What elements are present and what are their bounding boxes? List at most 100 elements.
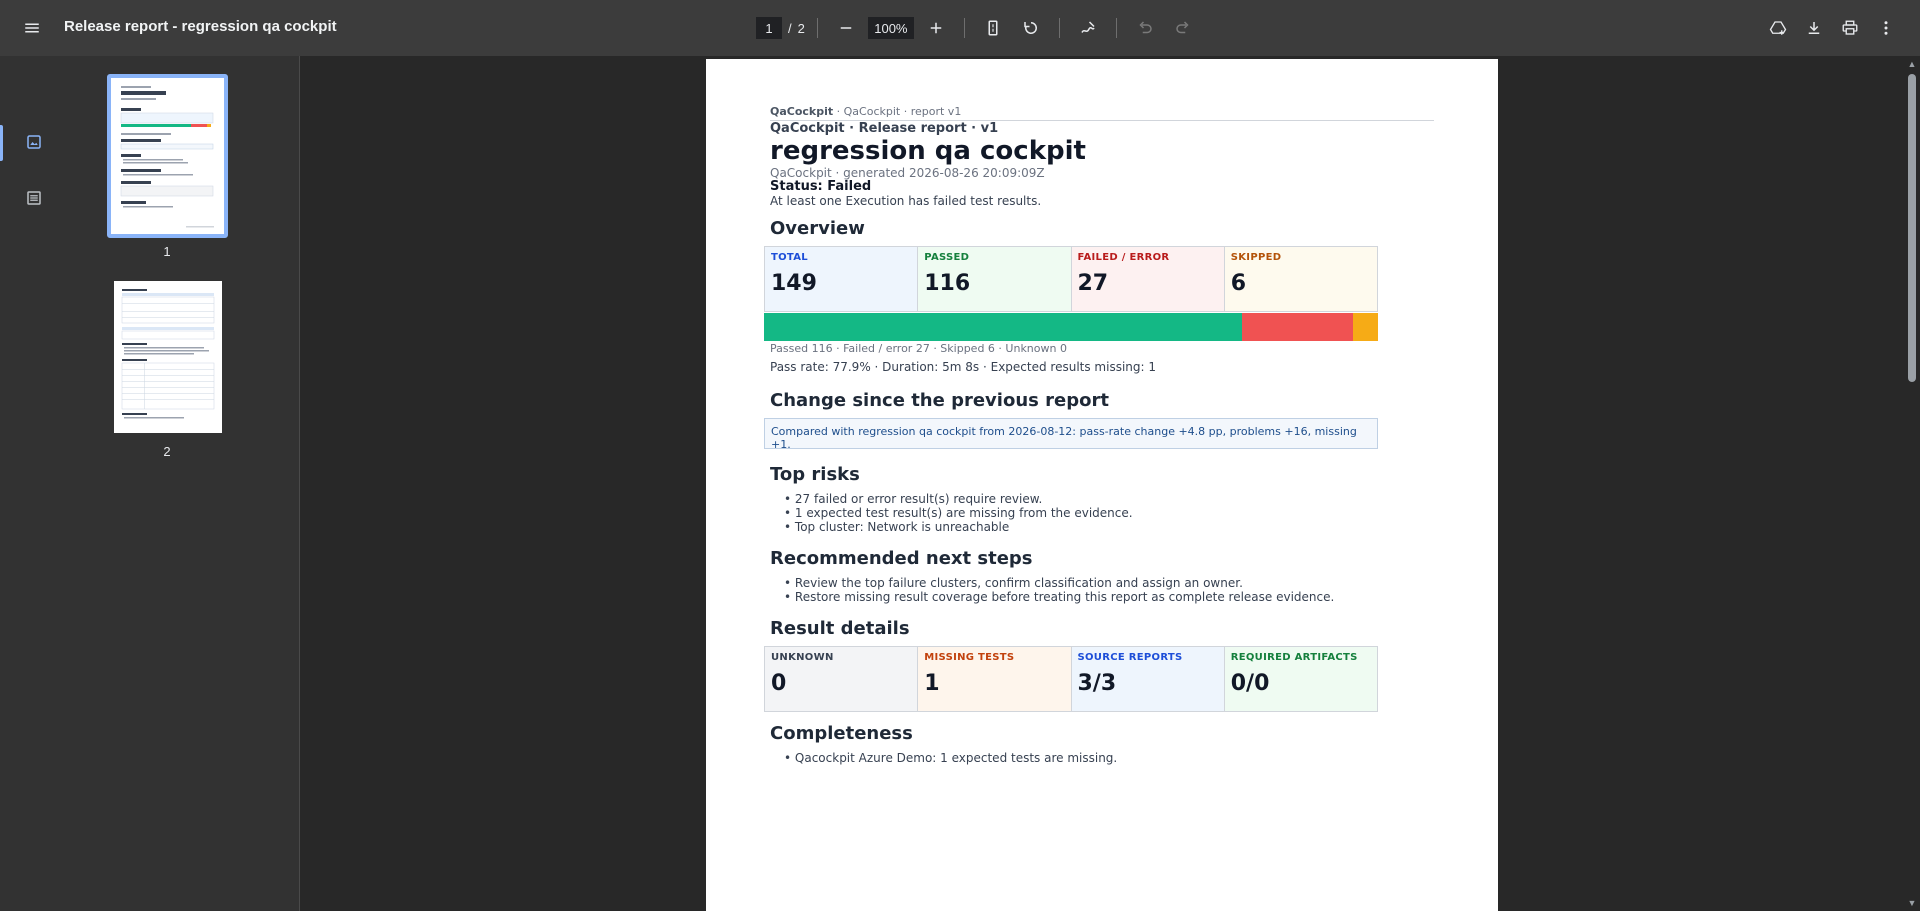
bar-caption: Passed 116 · Failed / error 27 · Skipped… [770,342,1067,355]
draw-icon [1081,21,1095,33]
download-button[interactable] [1798,12,1830,44]
bar-segment-skipped [1353,313,1378,341]
stat-card-label: PASSED [924,252,970,263]
stat-card-value: 149 [771,271,817,296]
stat-card-label: TOTAL [771,252,808,263]
list-item: Restore missing result coverage before t… [776,590,1334,604]
menu-button[interactable] [16,12,48,44]
thumbnails-panel: 1 2 [60,56,300,911]
result-bar [764,313,1378,341]
stat-card-value: 1 [924,671,940,696]
scroll-down-arrow[interactable]: ▼ [1907,898,1917,908]
scrollbar-thumb[interactable] [1908,74,1916,382]
annotate-button[interactable] [1072,12,1104,44]
stat-card: MISSING TESTS 1 [918,647,1072,711]
stat-card-value: 116 [924,271,971,296]
menu-icon [25,23,39,33]
stat-card: SKIPPED 6 [1224,247,1377,311]
outline-view-button[interactable] [14,180,54,216]
next-steps-heading: Recommended next steps [770,548,1033,569]
report-content: QaCockpit · QaCockpit · report v1 QaCock… [770,105,1434,209]
fit-page-icon [988,20,998,36]
thumbnail-preview [120,86,214,228]
vertical-scrollbar[interactable]: ▲ ▼ [1904,56,1920,911]
report-kicker: QaCockpit · Release report · v1 [770,121,999,136]
overview-cards: TOTAL 149 PASSED 116 FAILED / ERROR 27 SKIPPED… [764,246,1378,312]
redo-icon [1176,21,1189,34]
change-summary-box: Compared with regression qa cockpit from… [764,418,1378,451]
thumbnail-page-1[interactable] [107,74,228,238]
overview-heading: Overview [770,218,865,239]
thumbnails-view-button[interactable] [14,124,54,160]
change-heading: Change since the previous report [770,390,1109,411]
completeness-list: Qacockpit Azure Demo: 1 expected tests a… [776,751,1117,765]
stat-card: FAILED / ERROR 27 [1071,247,1225,311]
runhead-brand: QaCockpit [770,105,834,118]
redo-button[interactable] [1167,12,1199,44]
list-item: 1 expected test result(s) are missing fr… [776,506,1133,520]
stat-card-value: 0/0 [1230,671,1270,696]
stat-card: REQUIRED ARTIFACTS 0/0 [1224,647,1377,711]
undo-button[interactable] [1129,12,1161,44]
save-to-drive-button[interactable] [1762,12,1794,44]
zoom-in-button[interactable] [920,12,952,44]
outline-icon [27,191,41,205]
pdf-toolbar: Release report - regression qa cockpit /… [0,0,1920,56]
page-number-input[interactable] [756,17,782,39]
thumbnail-label-1: 1 [163,244,171,259]
zoom-input[interactable] [867,17,914,39]
stat-card-label: MISSING TESTS [924,652,1015,663]
thumbnail-page-2[interactable] [114,281,222,433]
result-detail-cards: UNKNOWN 0 MISSING TESTS 1 SOURCE REPORTS 3/3 R… [764,646,1378,712]
document-title: Release report - regression qa cockpit [64,18,337,35]
sidebar-rail [0,56,60,911]
scroll-up-arrow[interactable]: ▲ [1907,59,1917,69]
next-steps-list: Review the top failure clusters, confirm… [776,576,1334,604]
bar-segment-failed [1242,313,1354,341]
running-header: QaCockpit · QaCockpit · report v1 [770,105,1434,121]
completeness-heading: Completeness [770,723,913,744]
page-separator: / [788,20,792,36]
print-button[interactable] [1834,12,1866,44]
bar-segment-passed [764,313,1242,341]
report-status-description: At least one Execution has failed test r… [770,194,1042,208]
active-indicator [0,125,3,161]
rotate-icon [1024,22,1037,34]
risks-list: 27 failed or error result(s) require rev… [776,492,1133,534]
report-status: Status: Failed [770,179,872,194]
page-controls: / 2 [756,12,1199,44]
divider [963,18,965,38]
stat-card-label: SKIPPED [1230,252,1282,263]
thumbnails-icon [27,135,41,149]
rotate-button[interactable] [1015,12,1047,44]
document-actions [1762,12,1902,44]
stat-card-value: 27 [1077,271,1109,296]
list-item: Review the top failure clusters, confirm… [776,576,1334,590]
stat-card: SOURCE REPORTS 3/3 [1071,647,1225,711]
fit-page-button[interactable] [977,12,1009,44]
more-vert-icon [1884,21,1888,35]
divider [1058,18,1060,38]
stat-card-label: UNKNOWN [771,652,834,663]
list-item: Qacockpit Azure Demo: 1 expected tests a… [776,751,1117,765]
print-icon [1842,20,1858,35]
stat-card-label: FAILED / ERROR [1077,252,1170,263]
download-icon [1808,22,1820,34]
divider [816,18,818,38]
runhead-rest: · QaCockpit · report v1 [833,105,962,118]
thumbnail-label-2: 2 [163,444,171,459]
stat-card-value: 3/3 [1077,671,1117,696]
pdf-page: QaCockpit · QaCockpit · report v1 QaCock… [706,59,1498,911]
stat-card-label: REQUIRED ARTIFACTS [1230,652,1358,663]
thumbnail-preview [121,289,215,419]
page-total: 2 [797,20,805,36]
stat-card-value: 6 [1230,271,1247,296]
zoom-out-button[interactable] [830,12,862,44]
minus-icon [840,27,852,29]
result-details-heading: Result details [770,618,910,639]
plus-icon [930,22,942,34]
more-options-button[interactable] [1870,12,1902,44]
divider [1115,18,1117,38]
list-item: Top cluster: Network is unreachable [776,520,1133,534]
pass-rate-line: Pass rate: 77.9% · Duration: 5m 8s · Exp… [770,360,1157,374]
